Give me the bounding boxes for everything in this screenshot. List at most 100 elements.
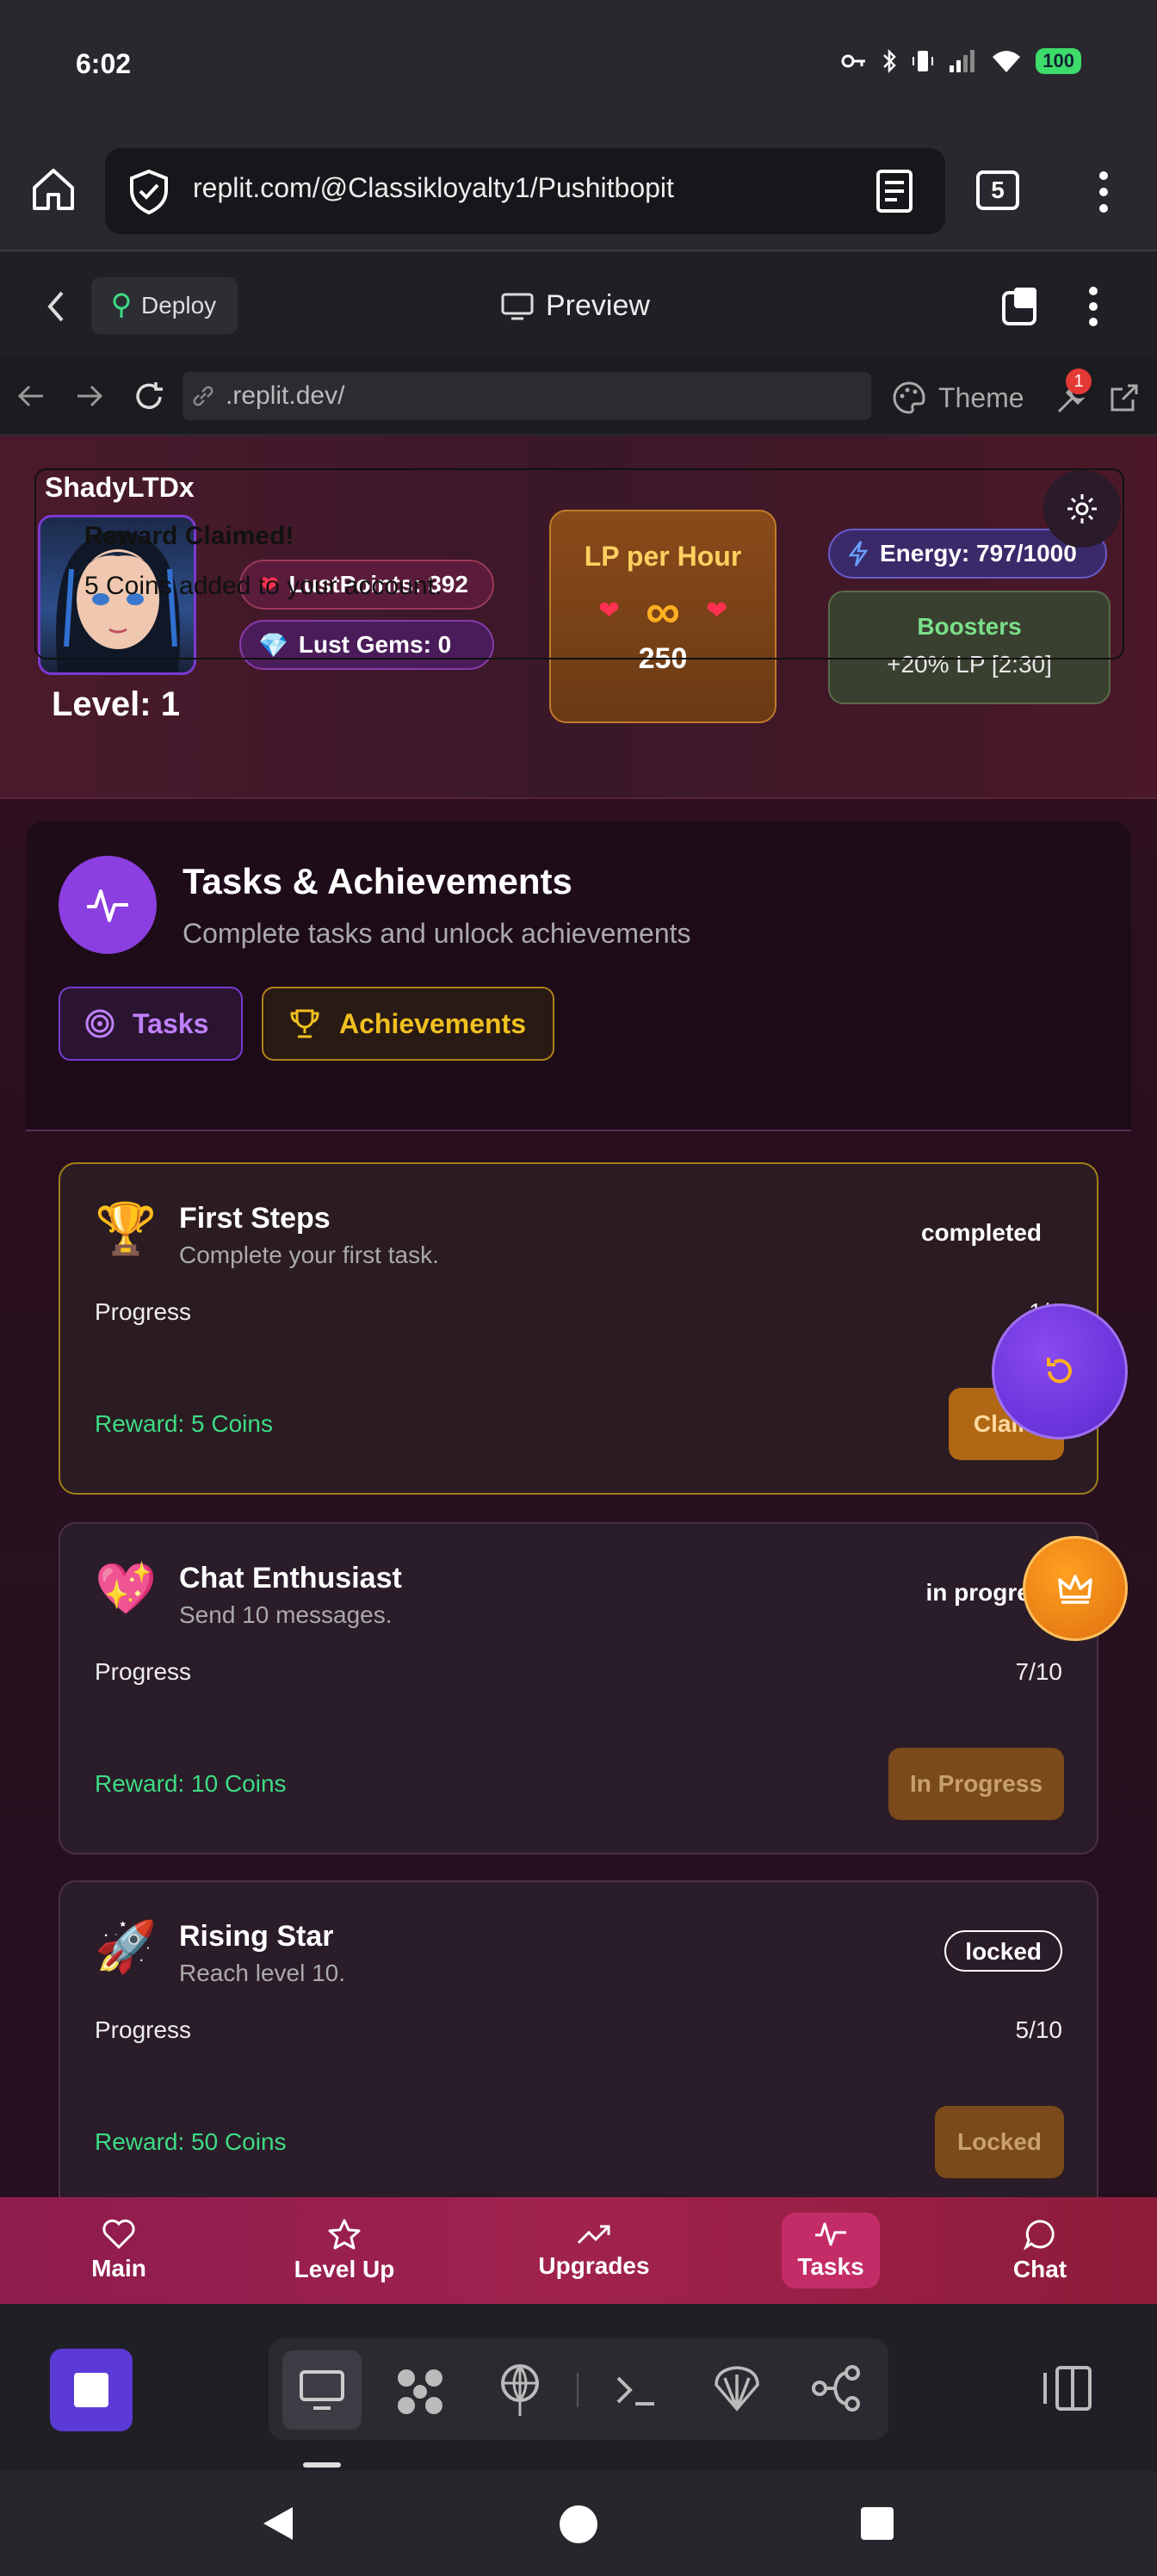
palette-icon[interactable]	[892, 381, 926, 415]
arrow-right-icon[interactable]	[74, 382, 105, 410]
more-vertical-icon[interactable]	[1093, 169, 1114, 215]
progress-value: 7/10	[1015, 1658, 1063, 1685]
dock-preview-button[interactable]	[282, 2350, 362, 2430]
rotate-icon	[1047, 1358, 1072, 1384]
back-chevron-icon[interactable]	[45, 289, 67, 324]
status-badge: completed	[920, 1219, 1042, 1246]
nav-tasks[interactable]: Tasks	[782, 2213, 880, 2288]
task-card: 💖 Chat Enthusiast Send 10 messages. in p…	[59, 1522, 1098, 1855]
rocket-icon: 🚀	[95, 1919, 158, 1975]
chat-bubble-icon	[1024, 2220, 1055, 2251]
toast-message: 5 Coins added to your account.	[84, 572, 442, 600]
tab-tasks-label: Tasks	[133, 1007, 209, 1039]
sidebar-toggle-icon[interactable]	[1040, 2362, 1095, 2414]
preview-label: Preview	[546, 289, 650, 322]
tasks-section-subtitle: Complete tasks and unlock achievements	[183, 918, 691, 949]
tab-tasks[interactable]: Tasks	[59, 987, 243, 1061]
level-label: Level: 1	[52, 685, 180, 723]
deploy-button[interactable]: Deploy	[91, 277, 238, 334]
task-description: Send 10 messages.	[179, 1601, 393, 1628]
android-back-icon[interactable]	[258, 2504, 296, 2543]
reward-label: Reward: 5 Coins	[95, 1410, 273, 1437]
wifi-icon	[993, 51, 1021, 72]
nav-chat[interactable]: Chat	[973, 2197, 1107, 2304]
nav-tasks-label: Tasks	[797, 2253, 864, 2280]
nav-level-up[interactable]: Level Up	[275, 2197, 413, 2304]
target-icon	[85, 1009, 114, 1038]
dock-tool-group	[269, 2338, 888, 2440]
vibrate-icon	[913, 51, 934, 71]
preview-tab[interactable]: Preview	[501, 289, 650, 323]
task-card: 🚀 Rising Star Reach level 10. locked Pro…	[59, 1880, 1098, 2197]
activity-icon	[87, 889, 128, 922]
task-title: First Steps	[179, 1202, 331, 1235]
git-icon[interactable]	[809, 2362, 864, 2414]
status-badge: locked	[944, 1930, 1062, 1972]
refresh-fab[interactable]	[992, 1303, 1128, 1440]
external-link-icon[interactable]	[1109, 382, 1140, 413]
status-icons: 100	[841, 48, 1081, 74]
android-recents-icon[interactable]	[861, 2507, 894, 2540]
browser-url-text[interactable]: replit.com/@Classikloyalty1/Pushitbopit	[193, 172, 674, 204]
task-title: Rising Star	[179, 1920, 334, 1953]
arrow-left-icon[interactable]	[15, 382, 46, 410]
locked-button[interactable]: Locked	[935, 2106, 1064, 2178]
shell-icon[interactable]	[613, 2369, 659, 2411]
progress-label: Progress	[95, 2016, 192, 2043]
stop-icon	[74, 2373, 108, 2407]
crown-fab[interactable]	[1023, 1536, 1128, 1641]
deploy-icon	[113, 293, 130, 318]
task-card: 🏆 First Steps Complete your first task. …	[59, 1162, 1098, 1495]
tab-count-button[interactable]: 5	[976, 170, 1019, 210]
star-icon	[328, 2219, 361, 2250]
deploy-label: Deploy	[141, 292, 217, 319]
nav-main-label: Main	[91, 2255, 146, 2282]
theme-button[interactable]: Theme	[938, 382, 1024, 414]
trophy-icon	[290, 1009, 319, 1038]
heart-icon	[102, 2219, 135, 2250]
gear-icon	[1067, 494, 1097, 523]
trophy-icon: 🏆	[95, 1201, 158, 1257]
packages-icon[interactable]	[393, 2366, 448, 2418]
bluetooth-icon	[883, 48, 897, 74]
signal-icon	[950, 50, 975, 72]
task-description: Reach level 10.	[179, 1960, 346, 1986]
status-time: 6:02	[76, 48, 132, 79]
replit-more-icon[interactable]	[1085, 284, 1102, 329]
activity-icon	[815, 2222, 846, 2246]
settings-button[interactable]	[1043, 470, 1121, 548]
task-title: Chat Enthusiast	[179, 1562, 402, 1595]
shield-check-icon	[130, 169, 168, 215]
active-tab-indicator	[303, 2462, 341, 2468]
agent-icon[interactable]	[711, 2362, 763, 2414]
in-progress-button[interactable]: In Progress	[888, 1748, 1064, 1820]
preview-url-field[interactable]: .replit.dev/	[183, 372, 871, 420]
nav-main[interactable]: Main	[52, 2197, 186, 2304]
reward-toast[interactable]: Reward Claimed! 5 Coins added to your ac…	[34, 468, 1124, 659]
nav-chat-label: Chat	[1012, 2256, 1067, 2282]
sparkle-heart-icon: 💖	[95, 1561, 158, 1617]
new-tab-icon[interactable]	[1000, 284, 1043, 327]
deployments-icon[interactable]	[494, 2362, 546, 2418]
reward-label: Reward: 10 Coins	[95, 1770, 287, 1797]
toast-title: Reward Claimed!	[84, 522, 294, 550]
dock-divider	[577, 2373, 578, 2407]
key-icon	[841, 54, 866, 68]
stop-button[interactable]	[50, 2349, 133, 2431]
battery-icon: 100	[1036, 48, 1081, 74]
nav-upgrades-label: Upgrades	[538, 2252, 650, 2279]
tab-achievements-label: Achievements	[339, 1007, 526, 1039]
reward-label: Reward: 50 Coins	[95, 2128, 287, 2155]
tab-achievements[interactable]: Achievements	[262, 987, 554, 1061]
reader-mode-icon[interactable]	[875, 169, 914, 214]
nav-level-up-label: Level Up	[294, 2256, 395, 2282]
tasks-section-badge	[59, 856, 157, 954]
link-icon	[193, 386, 213, 406]
reload-icon[interactable]	[133, 381, 165, 413]
notification-badge: 1	[1066, 368, 1092, 394]
progress-label: Progress	[95, 1298, 192, 1325]
android-home-icon[interactable]	[560, 2505, 597, 2543]
home-icon[interactable]	[29, 165, 77, 214]
nav-upgrades[interactable]: Upgrades	[525, 2197, 663, 2304]
crown-icon	[1058, 1575, 1092, 1604]
